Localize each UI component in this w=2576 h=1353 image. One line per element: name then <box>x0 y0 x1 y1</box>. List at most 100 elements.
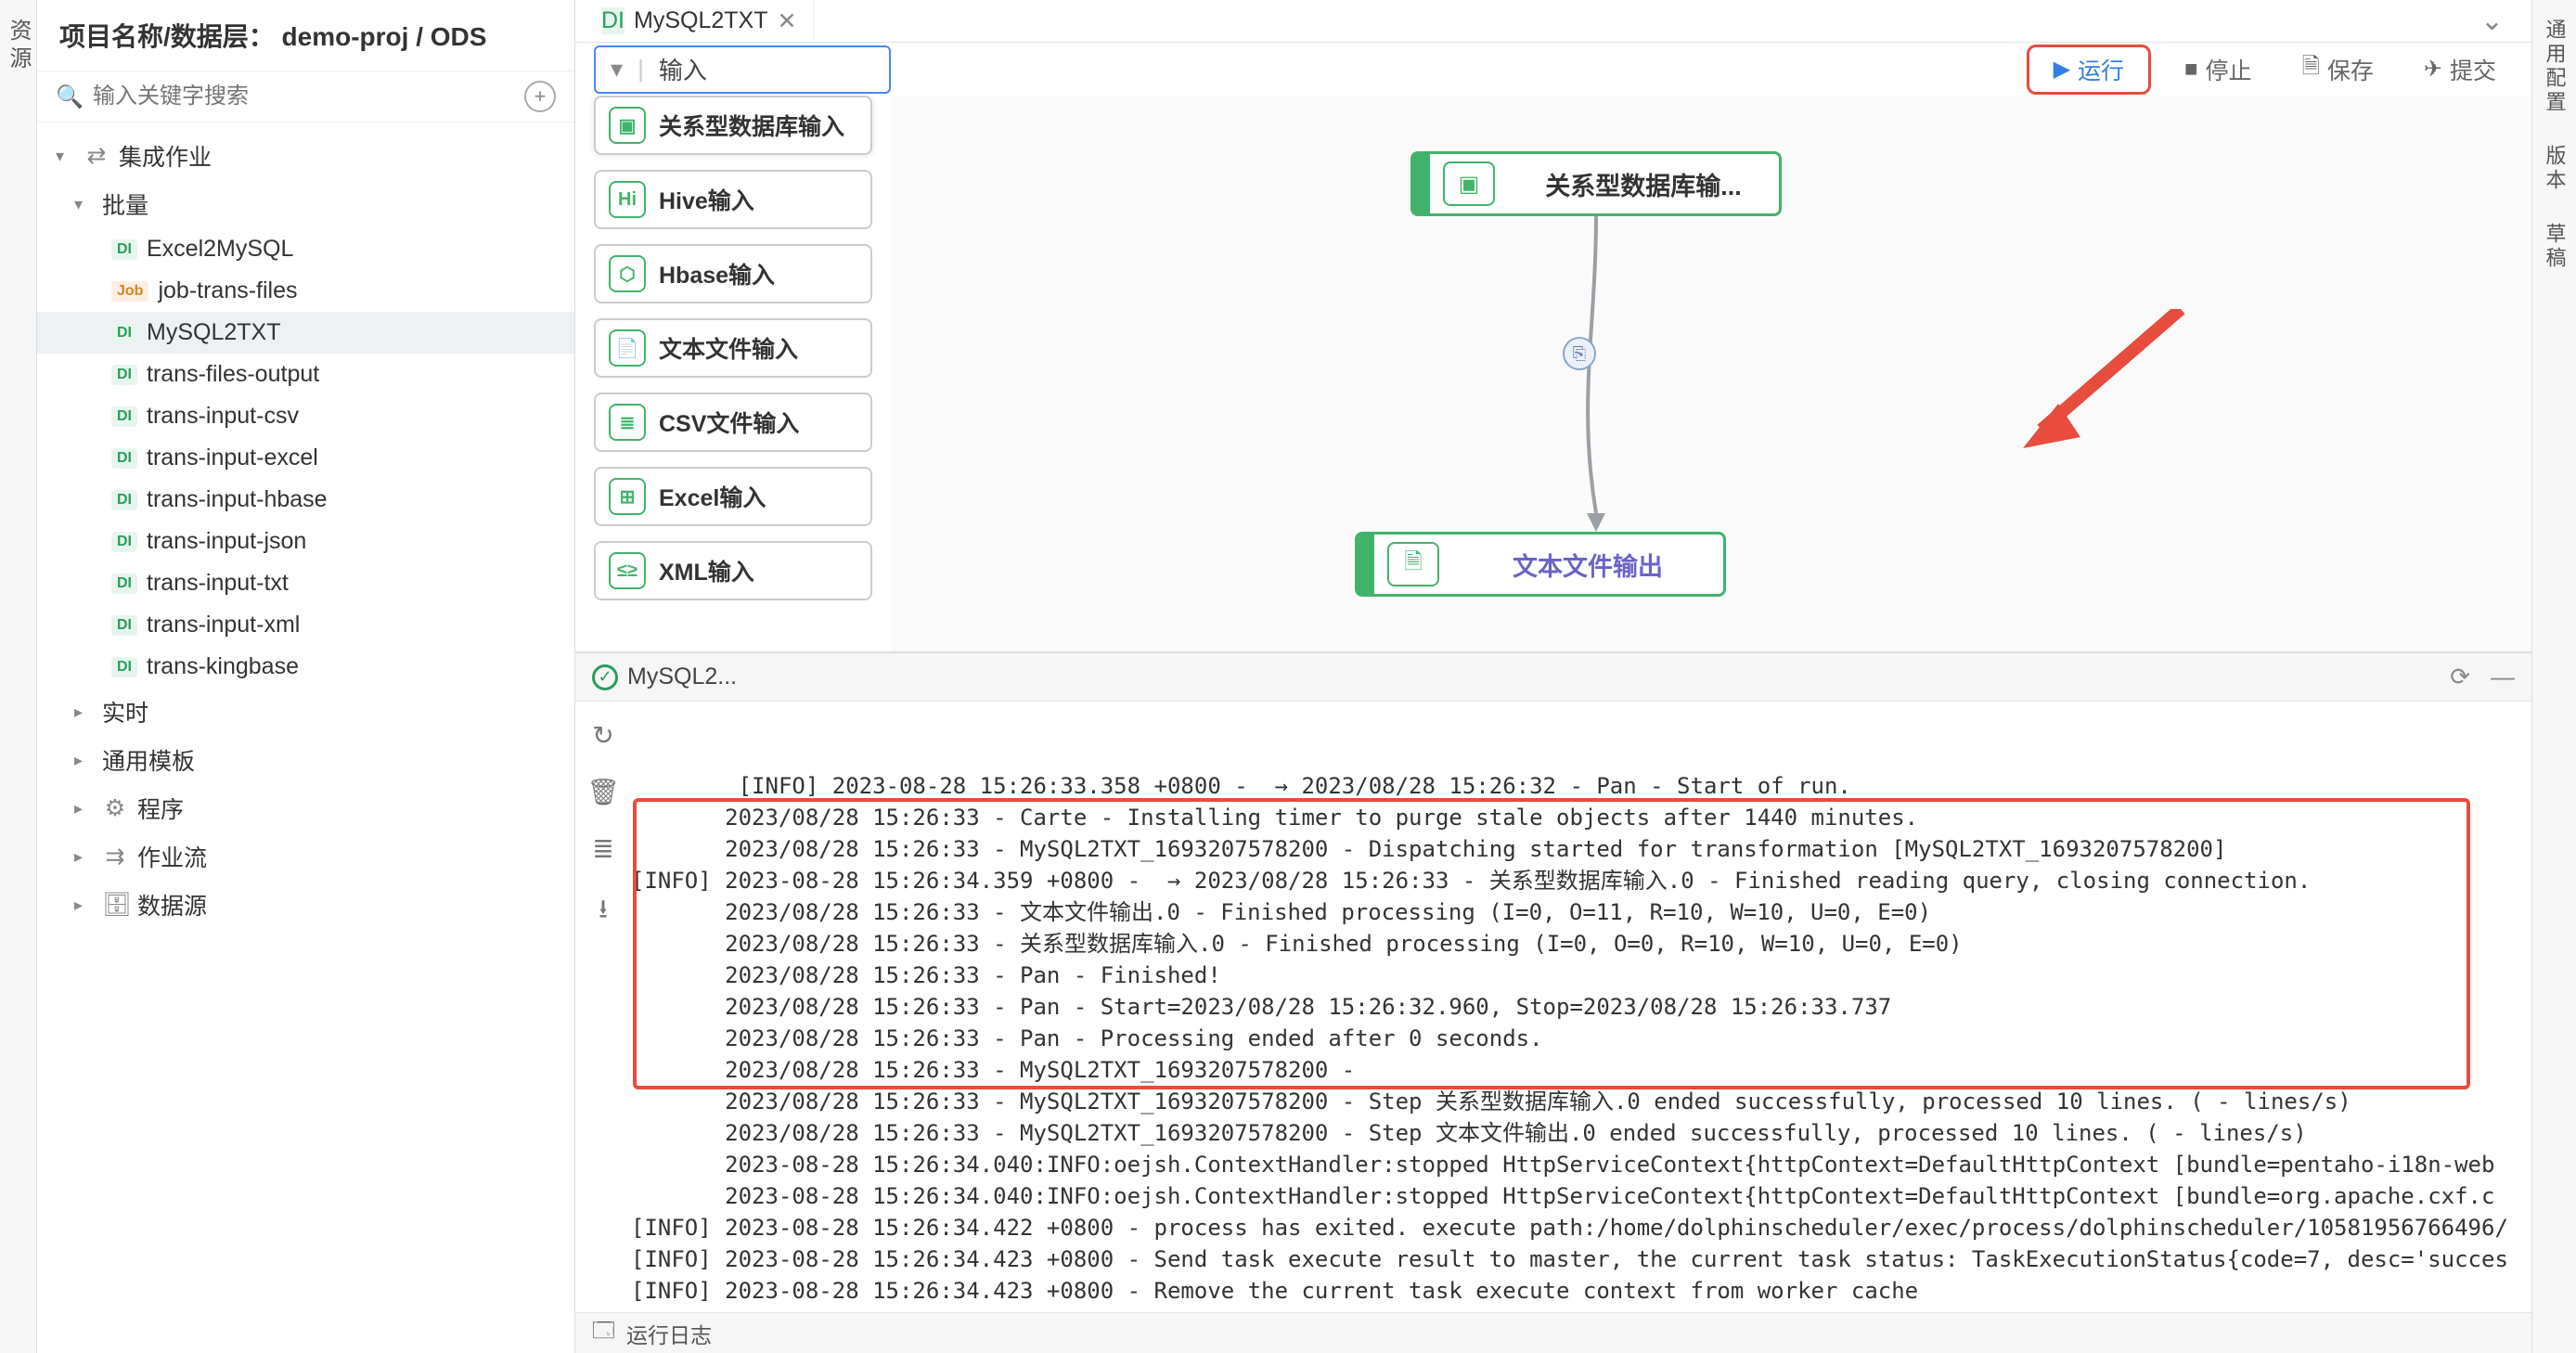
tree-batch[interactable]: ▾ 批量 <box>37 180 574 228</box>
log-gutter: ↻ 🗑 ≣ ⭳ <box>575 702 631 1312</box>
palette-item-label: Excel输入 <box>659 480 766 513</box>
node-db-input[interactable]: ▣ 关系型数据库输... <box>1410 151 1782 216</box>
folder-label: 程序 <box>137 792 184 825</box>
palette-item-label: 关系型数据库输入 <box>659 109 844 142</box>
tree-item[interactable]: DI trans-input-json <box>37 521 574 562</box>
palette-item[interactable]: ≤≥ XML输入 <box>594 541 872 600</box>
tree-folder[interactable]: ▸⚙程序 <box>37 784 574 832</box>
tree-item[interactable]: DItrans-files-output <box>37 354 574 395</box>
folder-icon: ⇄ <box>84 142 109 170</box>
right-rail-item[interactable]: 通用配置 <box>2540 13 2570 121</box>
db-icon: ▣ <box>1443 161 1495 206</box>
submit-button[interactable]: ✈ 提交 <box>2407 45 2513 94</box>
resource-tree: ▾ ⇄ 集成作业 ▾ 批量 DI Excel2MySQL Jobjob-trans-… <box>37 122 574 1353</box>
caret-icon: ▸ <box>74 896 93 915</box>
item-badge-icon: DI <box>111 239 137 260</box>
node-text-output[interactable]: 🗎 文本文件输出 <box>1355 532 1726 597</box>
tree-item-label: trans-input-xml <box>147 612 300 638</box>
tree-item[interactable]: DItrans-input-xml <box>37 604 574 646</box>
tree-folder[interactable]: ▸实时 <box>37 688 574 736</box>
collapse-icon[interactable]: ⌄ <box>2462 5 2522 37</box>
success-icon: ✓ <box>592 664 618 690</box>
item-badge-icon: DI <box>111 448 137 469</box>
palette-item[interactable]: ≣CSV文件输入 <box>594 393 872 452</box>
toolbar: ▾ | 输入 ▶ 运行 ■ 停止 🗎 保存 ✈ 提交 <box>575 43 2531 96</box>
tree-item[interactable]: DI Excel2MySQL <box>37 228 574 270</box>
palette-item[interactable]: Hi Hive输入 <box>594 170 872 229</box>
search-icon: 🔍 <box>56 83 84 110</box>
item-badge-icon: DI <box>111 323 137 343</box>
log-highlight-box <box>633 798 2470 1089</box>
palette-item[interactable]: 📄文本文件输入 <box>594 318 872 378</box>
caret-icon: ▸ <box>74 847 93 867</box>
palette-item-icon: Hi <box>609 181 646 218</box>
log-footer-icon: 🗔 <box>592 1315 615 1351</box>
right-rail: 通用配置版本草稿 <box>2531 0 2576 1353</box>
tree-item-label: trans-input-excel <box>147 445 318 471</box>
wrap-icon[interactable]: ≣ <box>592 833 613 864</box>
sidebar: 项目名称/数据层： demo-proj / ODS 🔍 + ▾ ⇄ 集成作业 ▾… <box>37 0 575 1353</box>
caret-icon: ▾ <box>611 55 623 84</box>
editor-tab[interactable]: DI MySQL2TXT ✕ <box>585 0 814 42</box>
log-footer[interactable]: 🗔 运行日志 <box>575 1312 2531 1353</box>
search-input[interactable] <box>93 84 515 110</box>
log-output[interactable]: [INFO] 2023-08-28 15:26:33.358 +0800 - →… <box>631 702 2531 1312</box>
item-badge-icon: DI <box>111 490 137 510</box>
folder-icon: ⚙ <box>102 794 128 822</box>
design-canvas[interactable]: ▣ 关系型数据库输... ⎘ 🗎 文本文件输出 <box>891 96 2531 651</box>
palette-item-icon: ⬡ <box>609 255 646 292</box>
tree-item-label: trans-input-csv <box>147 403 299 430</box>
stop-button[interactable]: ■ 停止 <box>2168 45 2269 94</box>
tree-item[interactable]: DIMySQL2TXT <box>37 312 574 354</box>
delete-icon[interactable]: 🗑 <box>586 777 620 807</box>
refresh-icon[interactable]: ⟳ <box>2450 663 2470 691</box>
left-rail[interactable]: 资源 <box>0 0 37 1353</box>
tree-item-label: Excel2MySQL <box>147 236 293 263</box>
palette-item-label: XML输入 <box>659 554 754 587</box>
right-rail-item[interactable]: 草稿 <box>2540 217 2570 277</box>
palette-item-label: Hive输入 <box>659 183 754 216</box>
tree-item[interactable]: DI trans-input-csv <box>37 395 574 437</box>
flow-edge <box>1568 216 1624 532</box>
file-icon: 🗎 <box>1387 542 1439 586</box>
add-icon[interactable]: + <box>524 81 556 112</box>
tree-item[interactable]: DItrans-input-hbase <box>37 479 574 521</box>
tree-item[interactable]: DItrans-input-txt <box>37 562 574 604</box>
reload-icon[interactable]: ↻ <box>592 720 613 751</box>
hop-icon[interactable]: ⎘ <box>1563 337 1596 370</box>
palette-item[interactable]: ⬡ Hbase输入 <box>594 244 872 303</box>
palette-item[interactable]: ▣关系型数据库输入 <box>594 96 872 155</box>
palette-item-label: Hbase输入 <box>659 257 775 290</box>
left-rail-label: 资源 <box>2 19 34 74</box>
send-icon: ✈ <box>2424 56 2442 83</box>
tree-folder[interactable]: ▸🗄数据源 <box>37 881 574 929</box>
tree-item[interactable]: DI trans-kingbase <box>37 646 574 688</box>
minimize-icon[interactable]: — <box>2491 663 2515 691</box>
caret-icon: ▸ <box>74 702 93 722</box>
run-button[interactable]: ▶ 运行 <box>2027 45 2151 95</box>
palette-item-icon: ≤≥ <box>609 552 646 589</box>
palette-category[interactable]: ▾ | 输入 <box>594 45 891 94</box>
tree-folder[interactable]: ▸⇉作业流 <box>37 832 574 881</box>
tree-item-label: trans-kingbase <box>147 653 299 680</box>
right-rail-item[interactable]: 版本 <box>2540 139 2570 199</box>
play-icon: ▶ <box>2054 56 2070 83</box>
tree-item-label: trans-input-json <box>147 528 306 555</box>
tree-root[interactable]: ▾ ⇄ 集成作业 <box>37 132 574 180</box>
main-area: DI MySQL2TXT ✕ ⌄ ▾ | 输入 ▶ 运行 ■ 停止 <box>575 0 2531 1353</box>
tree-item[interactable]: Jobjob-trans-files <box>37 270 574 312</box>
item-badge-icon: DI <box>111 406 137 427</box>
folder-label: 通用模板 <box>102 743 195 777</box>
palette-item-icon: ≣ <box>609 404 646 441</box>
item-badge-icon: DI <box>111 657 137 677</box>
tree-item[interactable]: DI trans-input-excel <box>37 437 574 479</box>
tree-item-label: trans-input-txt <box>147 570 289 597</box>
close-icon[interactable]: ✕ <box>777 7 796 35</box>
palette-item[interactable]: ⊞Excel输入 <box>594 467 872 526</box>
item-badge-icon: DI <box>111 532 137 552</box>
download-icon[interactable]: ⭳ <box>599 890 608 934</box>
save-button[interactable]: 🗎 保存 <box>2286 43 2390 96</box>
component-palette: ▣关系型数据库输入 Hi Hive输入 ⬡ Hbase输入 📄文本文件输入 ≣CSV文件输入… <box>575 96 891 651</box>
tree-folder[interactable]: ▸通用模板 <box>37 736 574 784</box>
log-tab[interactable]: ✓ MySQL2... <box>592 664 737 690</box>
